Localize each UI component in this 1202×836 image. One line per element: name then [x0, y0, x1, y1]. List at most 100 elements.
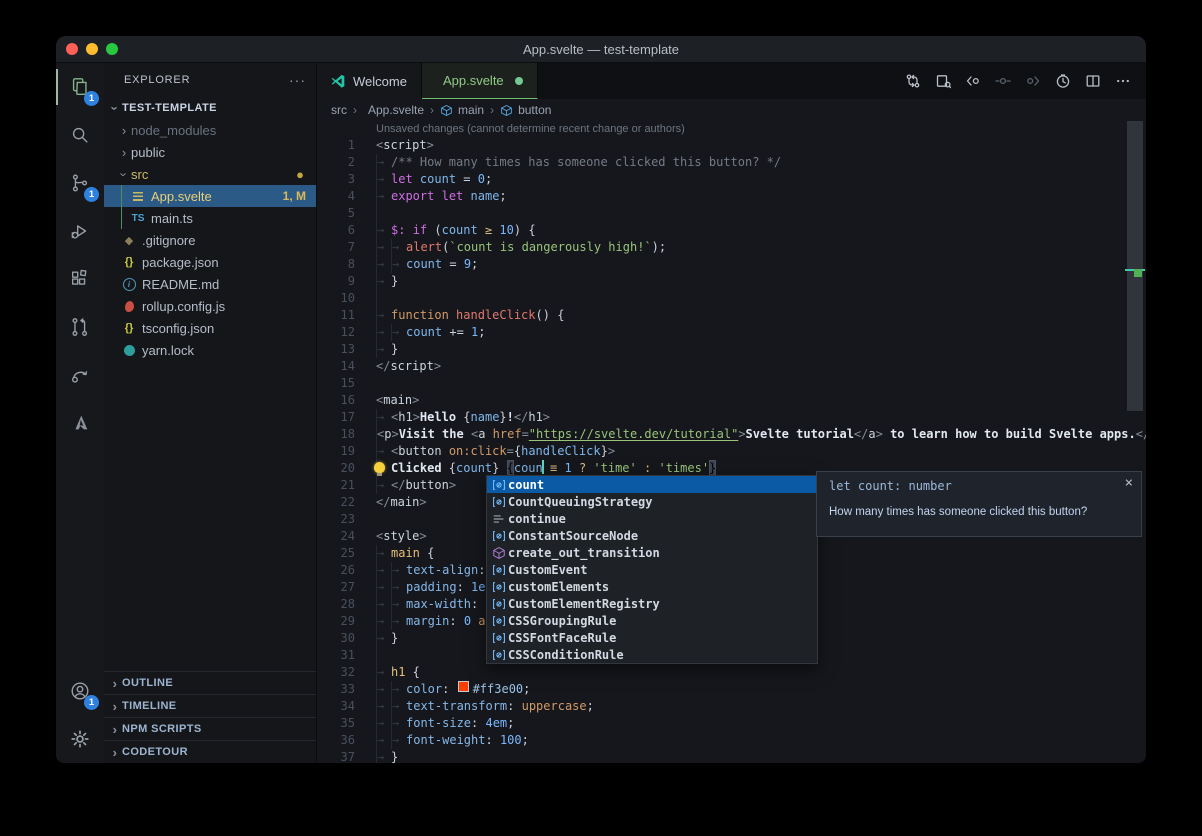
tree-item-app-svelte[interactable]: App.svelte1, M — [104, 185, 316, 207]
suggest-item-cssfontfacerule[interactable]: CSSFontFaceRule — [487, 629, 817, 646]
code-line-19[interactable]: 19→<button on:click={handleClick}> — [317, 443, 1146, 460]
code-line-14[interactable]: 14</script> — [317, 358, 1146, 375]
activity-run-debug-icon[interactable] — [56, 207, 104, 255]
code-line-17[interactable]: 17→<h1>Hello {name}!</h1> — [317, 409, 1146, 426]
code-line-33[interactable]: 33→→color: #ff3e00; — [317, 681, 1146, 698]
code-line-36[interactable]: 36→→font-weight: 100; — [317, 732, 1146, 749]
section-codetour[interactable]: ›CODETOUR — [104, 740, 316, 763]
activity-explorer-icon[interactable]: 1 — [56, 63, 104, 111]
more-actions-icon[interactable] — [1110, 68, 1136, 94]
tree-item--gitignore[interactable]: ◆.gitignore — [104, 229, 316, 251]
suggest-item-cssconditionrule[interactable]: CSSConditionRule — [487, 646, 817, 663]
code-line-13[interactable]: 13→} — [317, 341, 1146, 358]
code-line-12[interactable]: 12→→count += 1; — [317, 324, 1146, 341]
code-line-10[interactable]: 10 — [317, 290, 1146, 307]
code-line-34[interactable]: 34→→text-transform: uppercase; — [317, 698, 1146, 715]
breadcrumb-item-app-svelte[interactable]: App.svelte — [363, 103, 424, 117]
code-line-7[interactable]: 7→→alert(`count is dangerously high!`); — [317, 239, 1146, 256]
code-line-16[interactable]: 16<main> — [317, 392, 1146, 409]
section-npm-scripts[interactable]: ›NPM SCRIPTS — [104, 717, 316, 740]
gutter-pad — [355, 443, 376, 460]
tree-item-public[interactable]: ›public — [104, 141, 316, 163]
suggest-item-cssgroupingrule[interactable]: CSSGroupingRule — [487, 612, 817, 629]
split-editor-icon[interactable] — [1080, 68, 1106, 94]
tree-root-test-template[interactable]: › TEST-TEMPLATE — [104, 97, 316, 119]
zoom-window-button[interactable] — [106, 43, 118, 55]
screen: App.svelte — test-template 11 1 EXPLORER… — [0, 0, 1202, 836]
activity-source-control-icon[interactable]: 1 — [56, 159, 104, 207]
suggest-item-count[interactable]: count — [487, 476, 817, 493]
previous-change-icon[interactable] — [960, 68, 986, 94]
svelte-file-icon — [130, 192, 146, 201]
suggest-item-customelements[interactable]: customElements — [487, 578, 817, 595]
suggest-item-constantsourcenode[interactable]: ConstantSourceNode — [487, 527, 817, 544]
suggest-item-create_out_transition[interactable]: create_out_transition — [487, 544, 817, 561]
code-line-3[interactable]: 3→let count = 0; — [317, 171, 1146, 188]
chevron-icon: › — [117, 145, 131, 160]
code-line-9[interactable]: 9→} — [317, 273, 1146, 290]
code-line-1[interactable]: 1<script> — [317, 137, 1146, 154]
section-timeline[interactable]: ›TIMELINE — [104, 694, 316, 717]
activity-extensions-icon[interactable] — [56, 255, 104, 303]
gutter-pad — [355, 256, 376, 273]
code-line-2[interactable]: 2→/** How many times has someone clicked… — [317, 154, 1146, 171]
suggest-item-customelementregistry[interactable]: CustomElementRegistry — [487, 595, 817, 612]
explorer-more-actions-icon[interactable]: ··· — [289, 72, 306, 88]
code-line-8[interactable]: 8→→count = 9; — [317, 256, 1146, 273]
tree-item-main-ts[interactable]: TSmain.ts — [104, 207, 316, 229]
line-number: 19 — [317, 443, 355, 460]
open-changes-icon[interactable] — [930, 68, 956, 94]
code-line-5[interactable]: 5 — [317, 205, 1146, 222]
code-line-35[interactable]: 35→→font-size: 4em; — [317, 715, 1146, 732]
scrollbar-slider[interactable] — [1127, 121, 1143, 411]
section-outline[interactable]: ›OUTLINE — [104, 671, 316, 694]
minimize-window-button[interactable] — [86, 43, 98, 55]
activity-azure-icon[interactable] — [56, 399, 104, 447]
code-line-32[interactable]: 32→h1 { — [317, 664, 1146, 681]
editor-scrollbar[interactable] — [1125, 121, 1145, 763]
code-editor[interactable]: Unsaved changes (cannot determine recent… — [317, 121, 1146, 763]
file-history-icon[interactable] — [1050, 68, 1076, 94]
line-number: 16 — [317, 392, 355, 409]
tree-item-rollup-config-js[interactable]: rollup.config.js — [104, 295, 316, 317]
breadcrumb-item-main[interactable]: main — [440, 103, 484, 117]
tab-welcome[interactable]: Welcome — [317, 63, 422, 99]
lightbulb-icon[interactable] — [374, 462, 385, 473]
current-change-icon[interactable] — [990, 68, 1016, 94]
code-line-4[interactable]: 4→export let name; — [317, 188, 1146, 205]
sidebar-explorer: EXPLORER ··· › TEST-TEMPLATE ›node_modul… — [104, 63, 317, 763]
tree-item-tsconfig-json[interactable]: {}tsconfig.json — [104, 317, 316, 339]
code-line-15[interactable]: 15 — [317, 375, 1146, 392]
code-line-18[interactable]: 18→<p>Visit the <a href="https://svelte.… — [317, 426, 1146, 443]
suggest-item-customevent[interactable]: CustomEvent — [487, 561, 817, 578]
activity-settings-icon[interactable] — [56, 715, 104, 763]
breadcrumb-item-button[interactable]: button — [500, 103, 551, 117]
compare-changes-icon[interactable] — [900, 68, 926, 94]
activity-live-share-icon[interactable] — [56, 351, 104, 399]
symbol-field-icon — [440, 104, 453, 117]
breadcrumb-label: src — [331, 103, 347, 117]
close-window-button[interactable] — [66, 43, 78, 55]
gutter-pad — [355, 426, 376, 443]
suggest-item-countqueuingstrategy[interactable]: CountQueuingStrategy — [487, 493, 817, 510]
gutter-pad — [355, 239, 376, 256]
tree-item-yarn-lock[interactable]: yarn.lock — [104, 339, 316, 361]
modified-dot: ● — [296, 167, 304, 182]
symbol-variable-icon — [490, 597, 508, 611]
line-number: 31 — [317, 647, 355, 664]
breadcrumb-item-src[interactable]: src — [331, 103, 347, 117]
activity-pull-requests-icon[interactable] — [56, 303, 104, 351]
code-line-37[interactable]: 37→} — [317, 749, 1146, 763]
code-line-6[interactable]: 6→$: if (count ≥ 10) { — [317, 222, 1146, 239]
tab-app-svelte[interactable]: App.svelte — [422, 63, 538, 99]
activity-accounts-icon[interactable]: 1 — [56, 667, 104, 715]
tree-item-src[interactable]: ›src● — [104, 163, 316, 185]
suggest-item-continue[interactable]: continue — [487, 510, 817, 527]
line-number: 10 — [317, 290, 355, 307]
tree-item-node-modules[interactable]: ›node_modules — [104, 119, 316, 141]
tree-item-package-json[interactable]: {}package.json — [104, 251, 316, 273]
code-line-11[interactable]: 11→function handleClick() { — [317, 307, 1146, 324]
activity-search-icon[interactable] — [56, 111, 104, 159]
tree-item-readme-md[interactable]: iREADME.md — [104, 273, 316, 295]
next-change-icon[interactable] — [1020, 68, 1046, 94]
